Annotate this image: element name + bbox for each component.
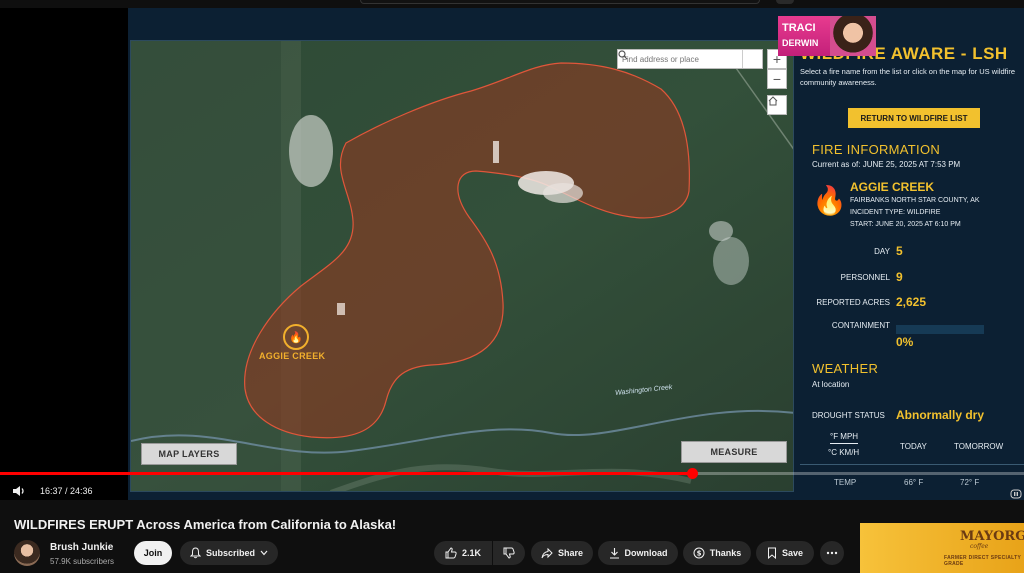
containment-value: 0%	[896, 335, 914, 349]
zoom-out-button[interactable]: −	[767, 69, 787, 89]
containment-label: CONTAINMENT	[831, 321, 890, 330]
acres-label: REPORTED ACRES	[816, 298, 890, 307]
thanks-button[interactable]: $ Thanks	[683, 541, 751, 565]
streamer-overlay: TRACI DERWIN	[778, 16, 876, 56]
personnel-value: 9	[896, 270, 903, 284]
home-extent-button[interactable]	[767, 95, 787, 115]
share-label: Share	[557, 548, 583, 558]
tomorrow-header: TOMORROW	[954, 442, 1004, 451]
save-label: Save	[781, 548, 804, 558]
chevron-down-icon	[260, 550, 268, 556]
measure-button[interactable]: MEASURE	[681, 441, 787, 463]
video-player[interactable]: + − 🔥 AGGIE CREEK Washington Creek MAP L…	[0, 8, 1024, 500]
subscriber-count: 57.9K subscribers	[50, 557, 115, 566]
streamer-webcam	[830, 16, 876, 56]
temp-today: 66° F	[904, 478, 924, 487]
fire-icon: 🔥	[812, 185, 847, 216]
ad-brand: MAYORGA	[960, 529, 1024, 544]
top-search-bar[interactable]	[360, 0, 760, 4]
join-button[interactable]: Join	[134, 541, 172, 565]
thumbs-down-icon	[503, 547, 515, 559]
day-label: DAY	[874, 247, 890, 256]
download-icon	[609, 548, 619, 559]
today-header: TODAY	[900, 442, 927, 451]
streamer-last-name: DERWIN	[782, 38, 819, 48]
dislike-button[interactable]	[493, 541, 525, 565]
bell-icon	[189, 547, 201, 559]
channel-name[interactable]: Brush Junkie	[50, 542, 113, 553]
fire-name: AGGIE CREEK	[850, 180, 935, 194]
unit-metric-option[interactable]: °C KM/H	[828, 448, 859, 457]
pause-indicator-icon[interactable]	[1010, 486, 1022, 499]
top-search-button[interactable]	[776, 0, 794, 4]
fire-marker[interactable]: 🔥	[283, 324, 309, 350]
acres-value: 2,625	[896, 295, 927, 309]
return-to-list-button[interactable]: RETURN TO WILDFIRE LIST	[848, 108, 980, 128]
drought-value: Abnormally dry	[896, 408, 985, 422]
save-button[interactable]: Save	[756, 541, 814, 565]
volume-icon[interactable]	[12, 484, 26, 500]
thanks-dollar-icon: $	[693, 547, 705, 559]
channel-avatar[interactable]	[14, 540, 40, 566]
fire-county: FAIRBANKS NORTH STAR COUNTY, AK	[850, 197, 980, 204]
at-location: At location	[812, 380, 850, 389]
personnel-label: PERSONNEL	[840, 273, 890, 282]
weather-heading: WEATHER	[812, 361, 879, 376]
video-frame: + − 🔥 AGGIE CREEK Washington Creek MAP L…	[128, 8, 1024, 500]
progress-played	[0, 472, 692, 475]
search-icon[interactable]	[618, 50, 762, 68]
map-search-input[interactable]	[618, 50, 742, 68]
drought-label: DROUGHT STATUS	[812, 411, 885, 420]
sponsored-ad-banner[interactable]: MAYORGA coffee FARMER DIRECT SPECIALTY G…	[860, 523, 1024, 573]
share-icon	[541, 547, 553, 558]
playback-time: 16:37 / 24:36	[40, 486, 93, 496]
like-button[interactable]: 2.1K	[434, 541, 492, 565]
containment-bar	[896, 325, 984, 334]
home-icon	[768, 96, 778, 106]
like-count: 2.1K	[461, 548, 481, 558]
weather-divider	[800, 464, 1024, 465]
progress-scrubber[interactable]	[687, 468, 698, 479]
download-button[interactable]: Download	[598, 541, 678, 565]
temp-tomorrow: 72° F	[960, 478, 980, 487]
bookmark-icon	[767, 547, 776, 559]
thanks-label: Thanks	[709, 548, 742, 558]
unit-imperial-option[interactable]: °F MPH	[830, 432, 859, 444]
progress-bar[interactable]	[0, 468, 1024, 479]
more-actions-button[interactable]	[820, 541, 844, 565]
wildfire-info-panel: WILDFIRE AWARE - LSH Select a fire name …	[800, 38, 1024, 500]
fire-start: START: JUNE 20, 2025 AT 6:10 PM	[850, 221, 961, 228]
more-horizontal-icon	[826, 551, 838, 555]
satellite-terrain	[131, 41, 793, 491]
panel-description: Select a fire name from the list or clic…	[800, 67, 1016, 87]
subscribed-label: Subscribed	[205, 548, 255, 558]
map-layers-button[interactable]: MAP LAYERS	[141, 443, 237, 465]
day-value: 5	[896, 244, 903, 258]
fire-information-heading: FIRE INFORMATION	[812, 142, 941, 157]
flame-icon: 🔥	[289, 331, 303, 344]
subscribed-button[interactable]: Subscribed	[180, 541, 278, 565]
join-label: Join	[143, 548, 163, 558]
map-search-box[interactable]	[617, 49, 763, 69]
youtube-watch-page: + − 🔥 AGGIE CREEK Washington Creek MAP L…	[0, 0, 1024, 573]
temp-label: TEMP	[834, 478, 857, 487]
streamer-name-badge: TRACI DERWIN	[778, 16, 836, 56]
wildfire-map[interactable]: + − 🔥 AGGIE CREEK Washington Creek MAP L…	[130, 40, 794, 492]
thumbs-up-icon	[445, 547, 457, 559]
video-title: WILDFIRES ERUPT Across America from Cali…	[14, 517, 397, 532]
streamer-first-name: TRACI	[782, 22, 816, 34]
share-button[interactable]: Share	[531, 541, 593, 565]
incident-type: INCIDENT TYPE: WILDFIRE	[850, 209, 941, 216]
download-label: Download	[624, 548, 668, 558]
fire-marker-label: AGGIE CREEK	[259, 351, 326, 361]
svg-text:$: $	[696, 550, 701, 558]
ad-brand-sub: coffee	[970, 543, 989, 550]
current-as-of: Current as of: JUNE 25, 2025 AT 7:53 PM	[812, 160, 961, 169]
ad-tagline: FARMER DIRECT SPECIALTY GRADE	[944, 555, 1021, 567]
